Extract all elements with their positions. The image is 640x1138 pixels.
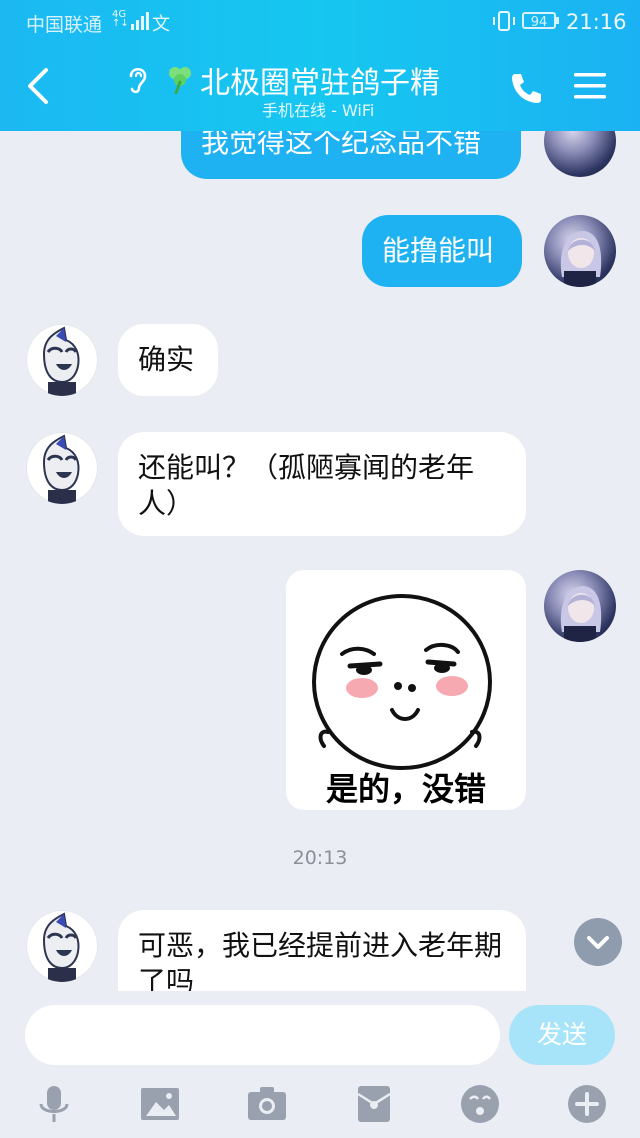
chevron-down-icon	[587, 936, 609, 949]
scroll-to-bottom-button[interactable]	[574, 918, 622, 966]
chat-header: 中国联通 4G ↑↓ 文 94 21:16 北极圈常驻鸽子精 手机在线 - Wi…	[0, 0, 640, 131]
avatar[interactable]	[26, 324, 98, 396]
red-packet-icon[interactable]	[352, 1082, 396, 1126]
input-method-icon: 文	[152, 14, 170, 35]
back-button[interactable]	[22, 64, 56, 108]
network-badge: 4G ↑↓	[112, 10, 129, 29]
status-bar: 中国联通 4G ↑↓ 文 94 21:16	[0, 0, 640, 44]
mic-icon[interactable]	[32, 1082, 76, 1126]
network-activity: ↑↓	[112, 18, 129, 29]
message-bubble-outgoing[interactable]: 我觉得这个纪念品不错	[181, 131, 521, 179]
avatar[interactable]	[26, 910, 98, 982]
battery-nub	[556, 17, 559, 24]
message-timestamp: 20:13	[292, 847, 348, 869]
avatar[interactable]	[544, 570, 616, 642]
message-input[interactable]	[25, 1005, 500, 1065]
battery-icon: 94	[522, 12, 556, 30]
carrier-label: 中国联通	[26, 14, 103, 36]
ear-icon[interactable]	[124, 62, 152, 96]
chat-title[interactable]: 北极圈常驻鸽子精	[200, 58, 440, 102]
vibrate-icon	[493, 11, 515, 31]
menu-icon[interactable]	[572, 70, 608, 102]
avatar[interactable]	[544, 215, 616, 287]
sticker-message[interactable]: 是的，没错	[286, 570, 526, 810]
camera-icon[interactable]	[245, 1082, 289, 1126]
anime-girl-icon	[560, 231, 602, 287]
message-bubble-incoming[interactable]: 确实	[118, 324, 218, 396]
message-bubble-incoming[interactable]: 可恶，我已经提前进入老年期了吗	[118, 910, 526, 991]
clover-icon	[169, 67, 191, 94]
robot-mascot-icon	[42, 326, 80, 396]
send-button[interactable]: 发送	[509, 1005, 615, 1065]
anime-girl-icon	[560, 586, 602, 642]
phone-icon[interactable]	[508, 70, 544, 106]
robot-mascot-icon	[42, 434, 80, 504]
signal-icon	[131, 12, 149, 30]
sticker-caption: 是的，没错	[325, 770, 486, 808]
message-bubble-outgoing[interactable]: 能撸能叫	[362, 215, 522, 287]
clock: 21:16	[566, 10, 627, 34]
composer: 发送	[0, 991, 640, 1065]
online-status: 手机在线 - WiFi	[262, 101, 375, 120]
input-toolbar	[0, 1078, 640, 1138]
plus-icon[interactable]	[565, 1082, 609, 1126]
smug-face-sticker	[312, 594, 492, 770]
emoji-icon[interactable]	[458, 1082, 502, 1126]
image-icon[interactable]	[138, 1082, 182, 1126]
message-list[interactable]: 我觉得这个纪念品不错 能撸能叫 确实 还能叫？（孤陋寡闻的老年人） 是的，没错 …	[0, 131, 640, 991]
avatar[interactable]	[26, 432, 98, 504]
message-bubble-incoming[interactable]: 还能叫？（孤陋寡闻的老年人）	[118, 432, 526, 536]
robot-mascot-icon	[42, 912, 80, 982]
avatar[interactable]	[544, 131, 616, 177]
